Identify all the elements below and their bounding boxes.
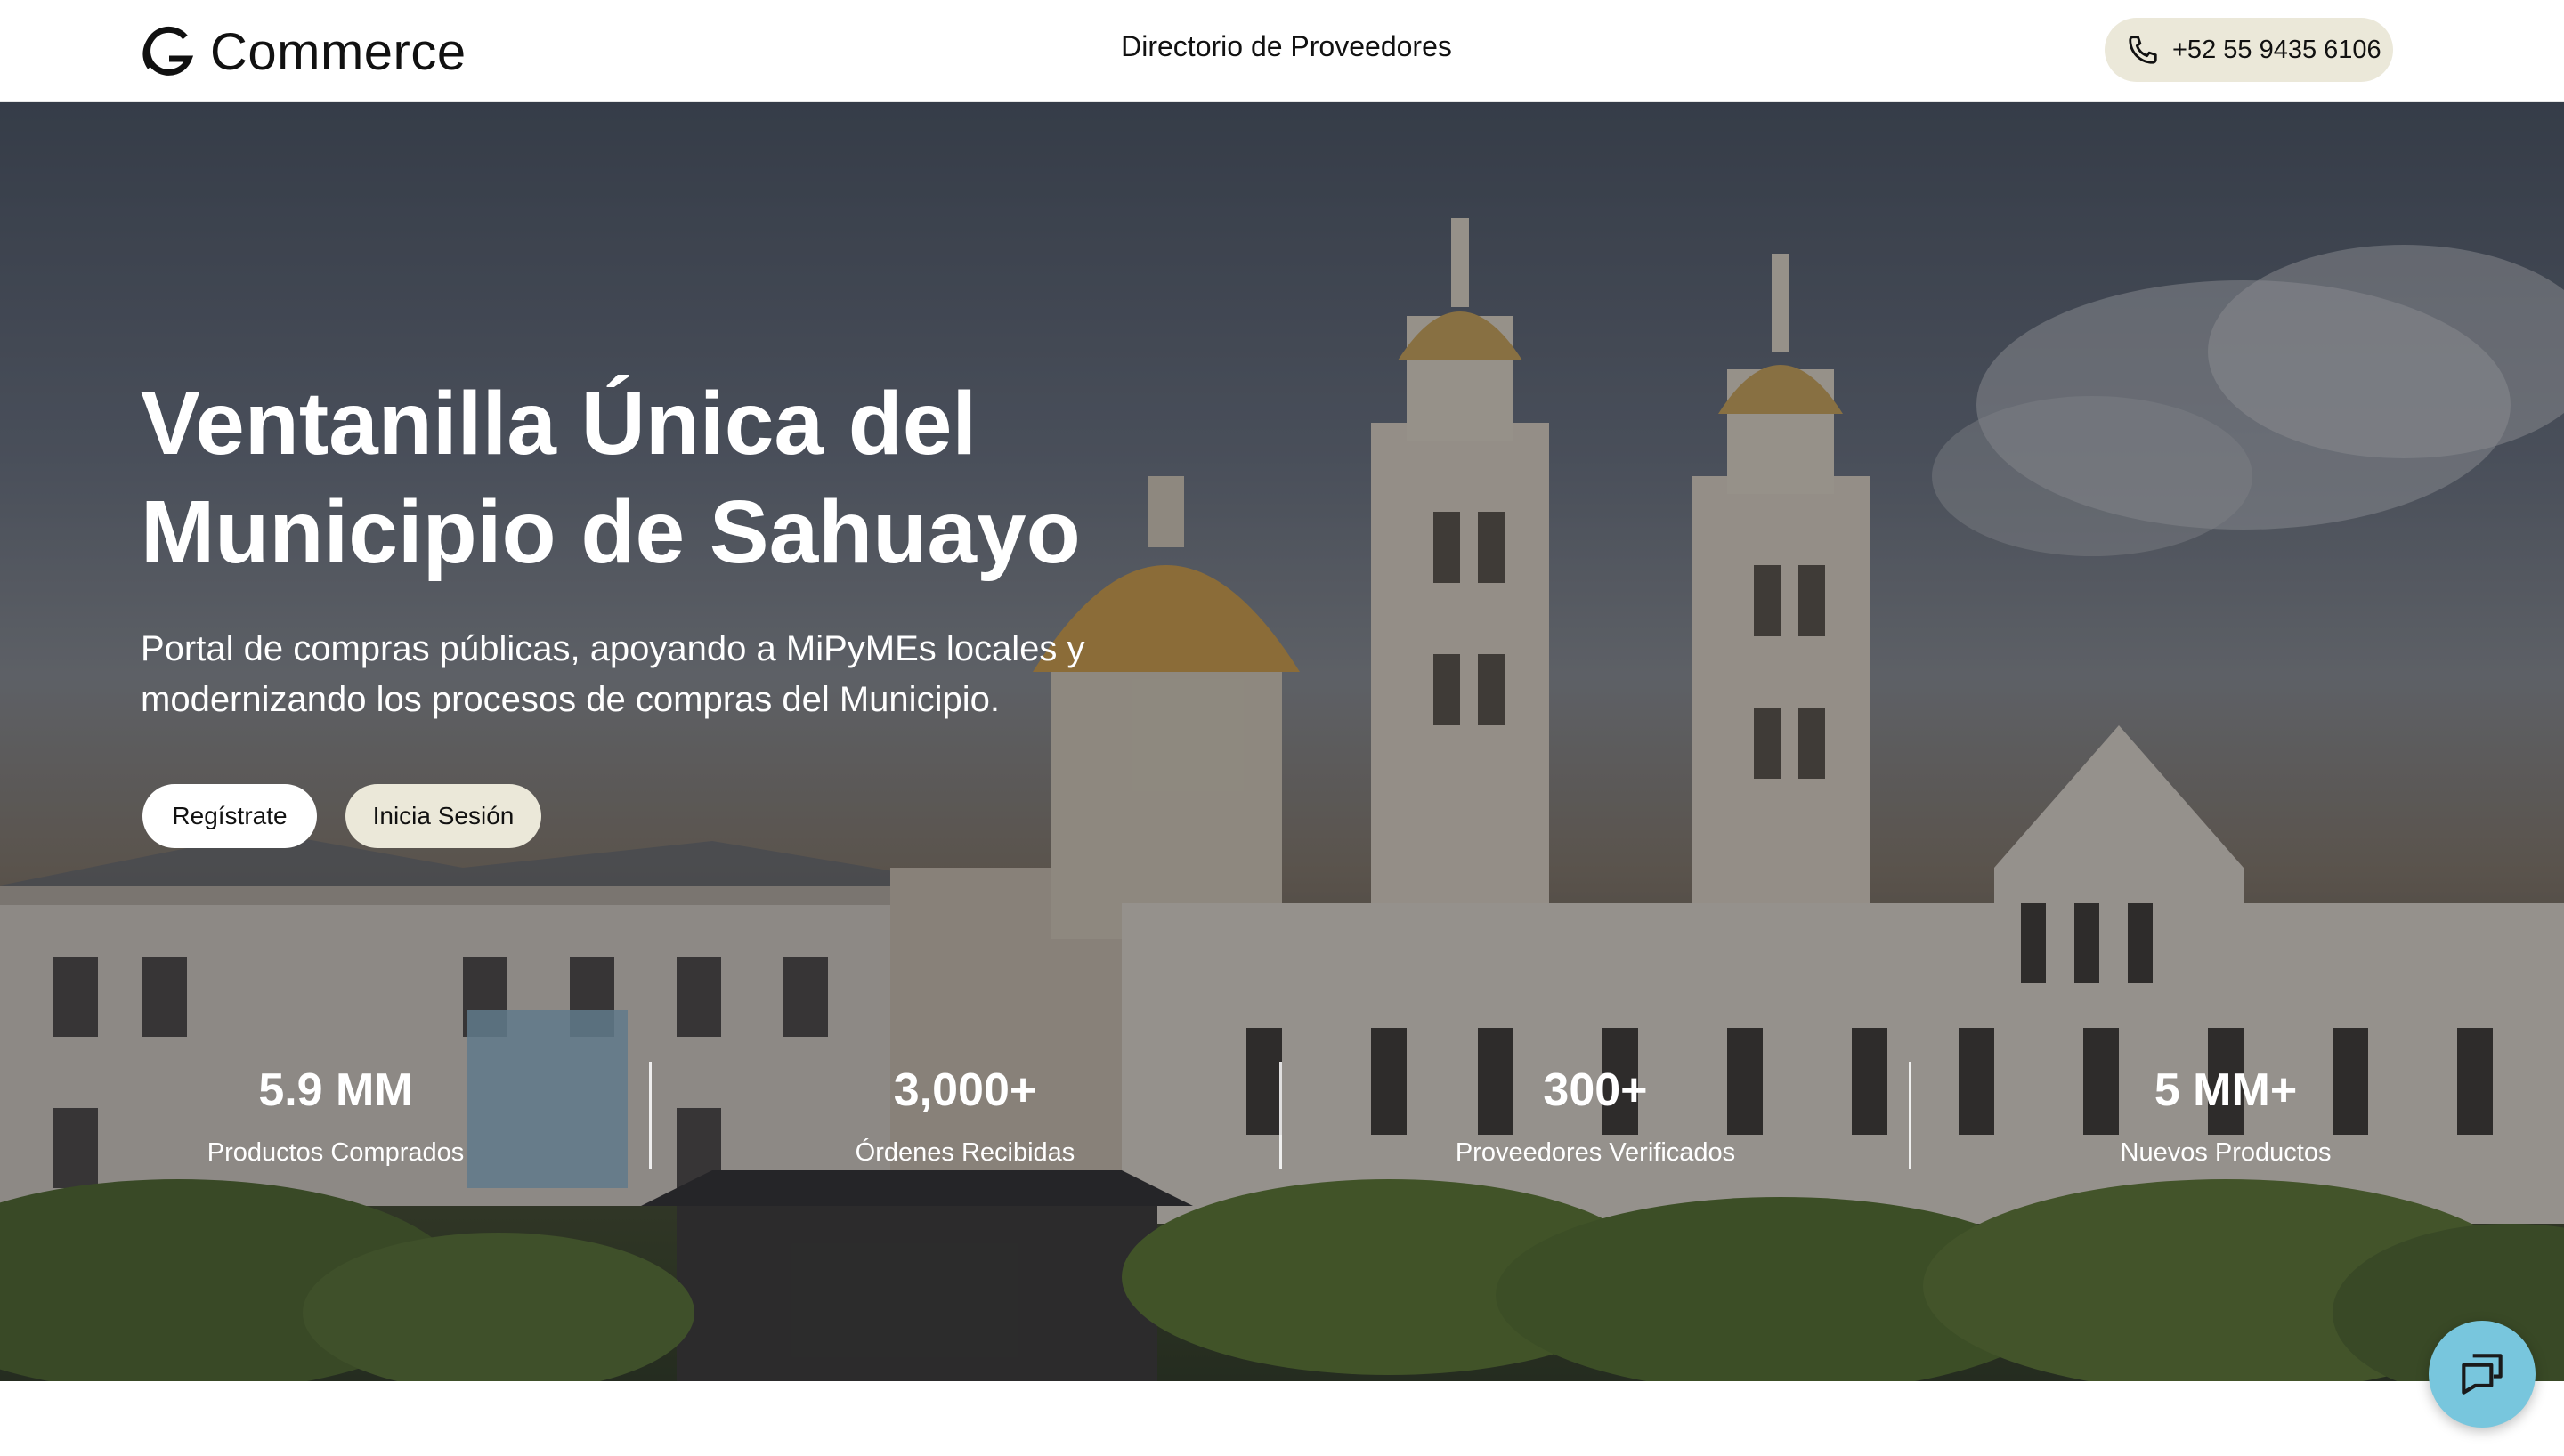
logo[interactable]: Commerce (141, 18, 467, 85)
stat-label: Órdenes Recibidas (855, 1138, 1075, 1167)
stat-item: 300+ Proveedores Verificados (1346, 1062, 1845, 1170)
stat-label: Proveedores Verificados (1455, 1138, 1736, 1167)
stat-divider (1909, 1062, 1911, 1169)
stat-value: 3,000+ (893, 1064, 1037, 1116)
phone-button[interactable]: +52 55 9435 6106 (2105, 18, 2393, 82)
g-logo-icon (142, 26, 194, 76)
phone-number: +52 55 9435 6106 (2172, 35, 2381, 64)
stat-value: 300+ (1543, 1064, 1648, 1116)
hero-section: Ventanilla Única del Municipio de Sahuay… (0, 102, 2564, 1381)
stat-divider (649, 1062, 652, 1169)
site-header: Commerce Directorio de Proveedores +52 5… (0, 0, 2564, 102)
stat-label: Nuevos Productos (2120, 1138, 2332, 1167)
stat-value: 5 MM+ (2154, 1064, 2298, 1116)
stat-item: 5.9 MM Productos Comprados (86, 1062, 585, 1170)
chat-bubbles-icon (2462, 1354, 2503, 1395)
chat-button[interactable] (2429, 1321, 2536, 1428)
stat-value: 5.9 MM (258, 1064, 413, 1116)
stat-item: 3,000+ Órdenes Recibidas (716, 1062, 1214, 1170)
stat-divider (1279, 1062, 1282, 1169)
stat-item: 5 MM+ Nuevos Productos (1976, 1062, 2475, 1170)
stat-label: Productos Comprados (207, 1138, 465, 1167)
stats-bar: 5.9 MM Productos Comprados 3,000+ Órdene… (0, 102, 2564, 1381)
logo-text: Commerce (210, 22, 467, 81)
nav-link-directorio[interactable]: Directorio de Proveedores (1068, 30, 1505, 63)
phone-icon (2129, 36, 2157, 64)
